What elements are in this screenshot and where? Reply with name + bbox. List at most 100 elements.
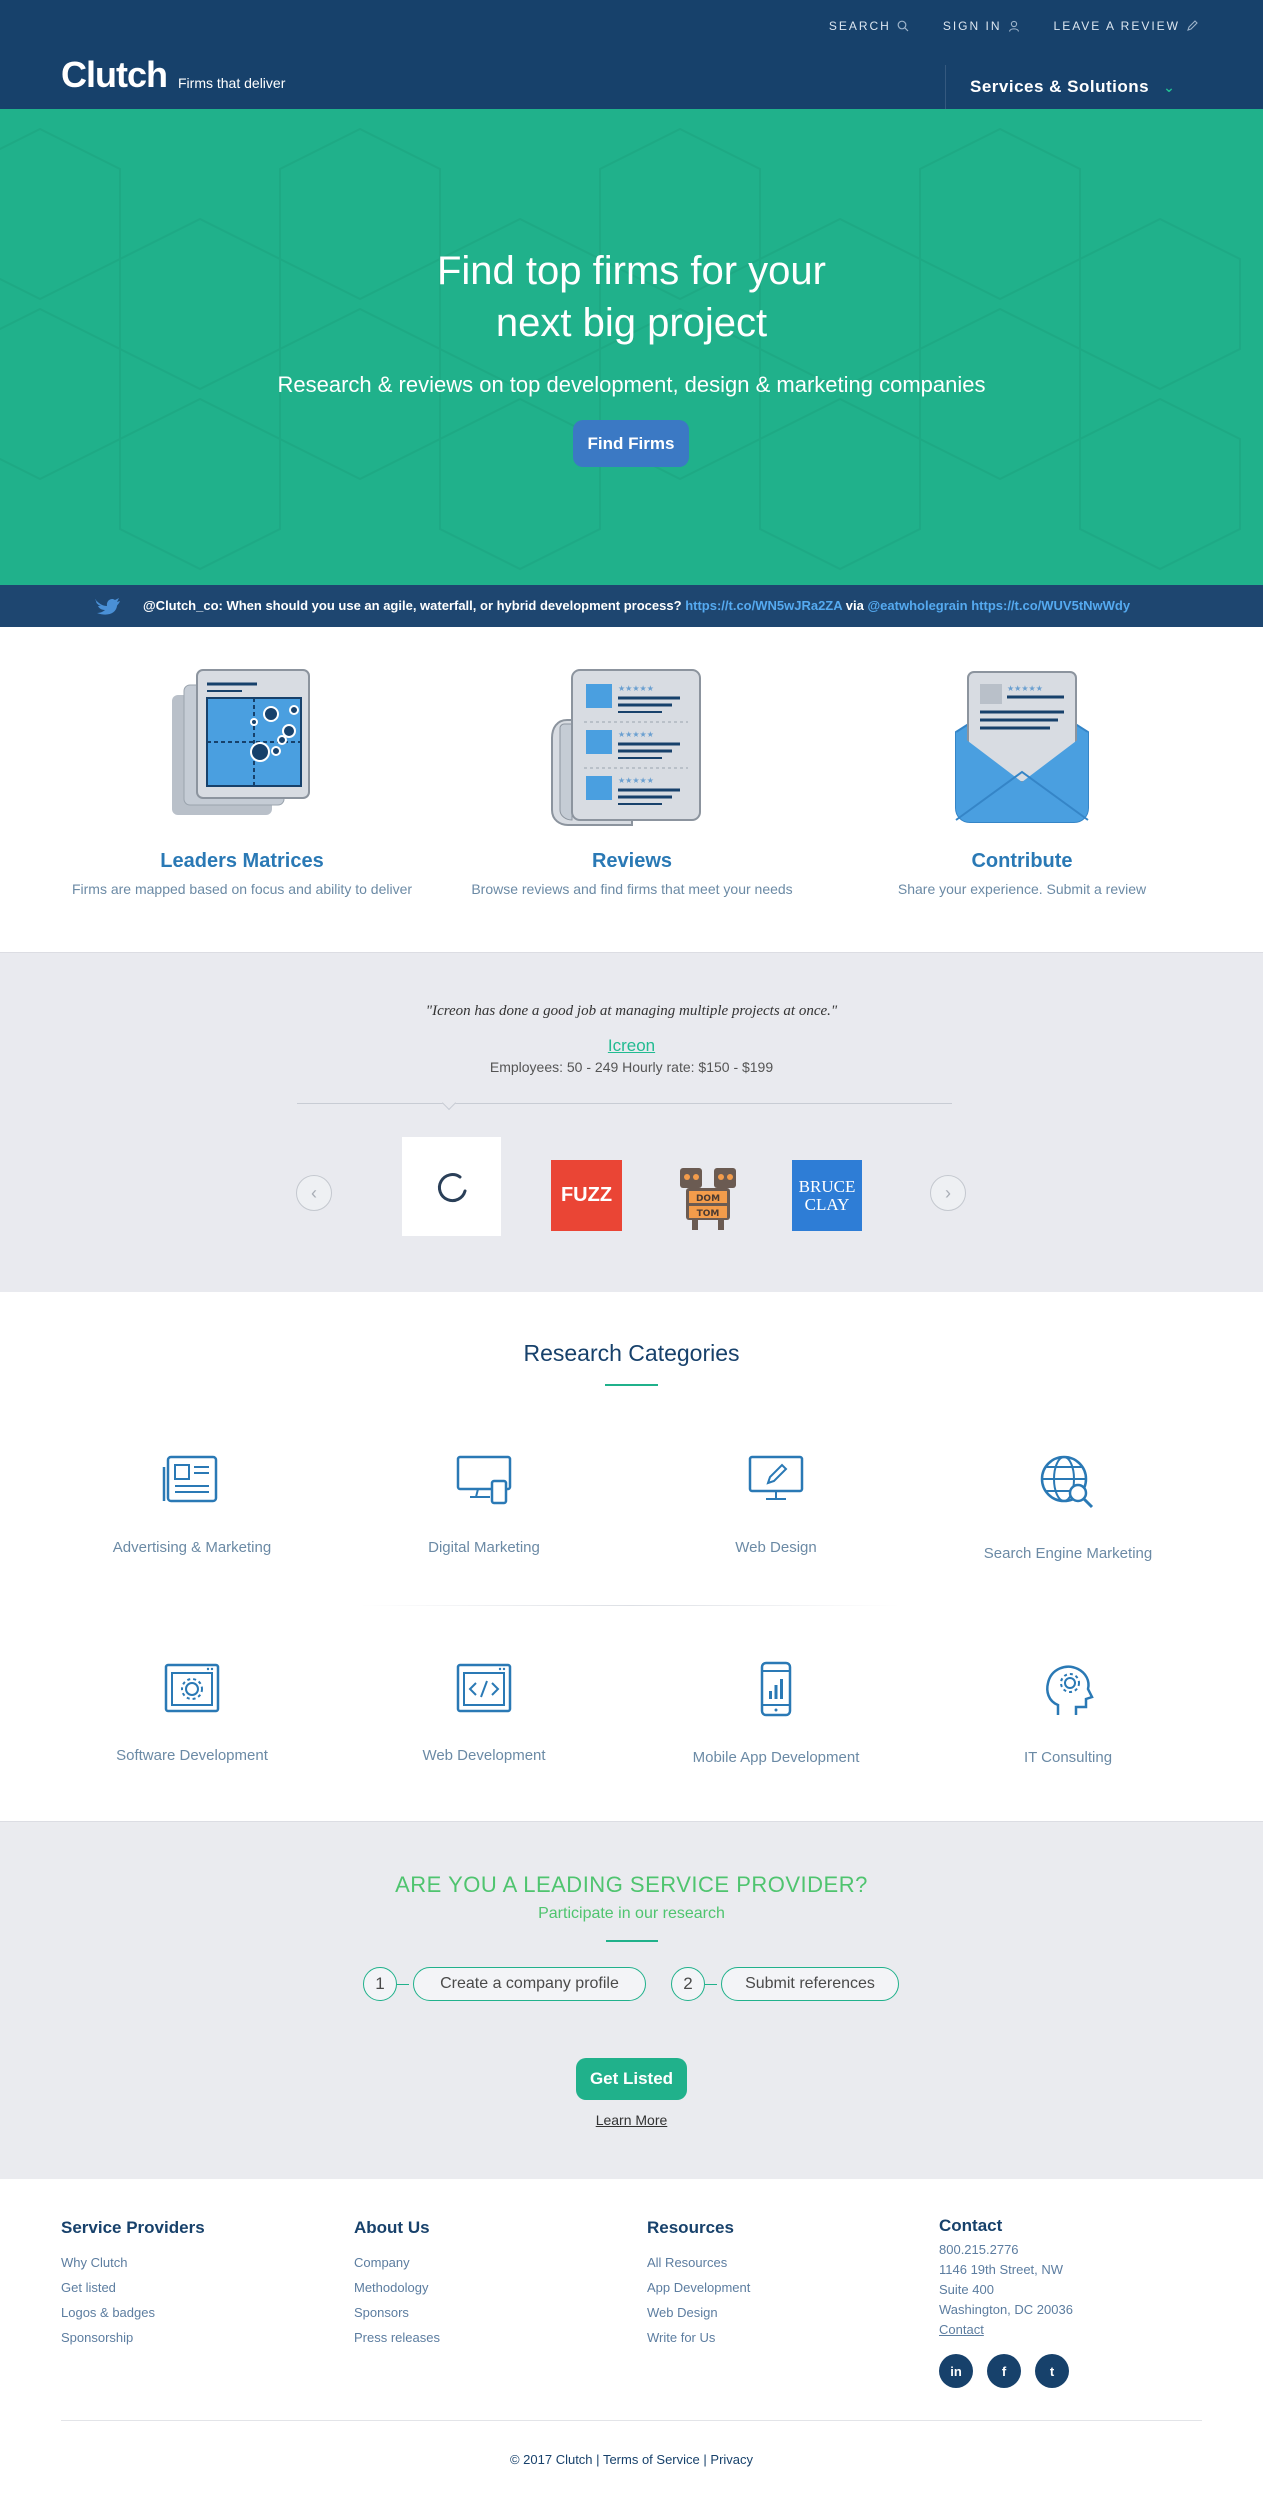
feature-title: Leaders Matrices bbox=[160, 850, 324, 872]
search-link[interactable]: SEARCH bbox=[829, 19, 909, 33]
hero-title-line1: Find top firms for your bbox=[436, 249, 826, 293]
tweet-message: @Clutch_co: When should you use an agile… bbox=[143, 598, 682, 613]
carousel-next-button[interactable]: › bbox=[930, 1175, 966, 1211]
categories-divider bbox=[360, 1605, 900, 1606]
bruce-clay-logo[interactable]: BRUCE CLAY bbox=[792, 1160, 862, 1231]
services-label: Services & Solutions bbox=[970, 77, 1150, 96]
footer-link-press-releases[interactable]: Press releases bbox=[354, 2325, 440, 2350]
category-mobile-app-development[interactable]: Mobile App Development bbox=[631, 1661, 921, 1766]
contact-link[interactable]: Contact bbox=[939, 2320, 1073, 2340]
footer-link-company[interactable]: Company bbox=[354, 2250, 440, 2275]
icreon-swirl-icon bbox=[437, 1172, 466, 1202]
feature-desc: Firms are mapped based on focus and abil… bbox=[71, 881, 413, 897]
feature-desc: Browse reviews and find firms that meet … bbox=[471, 881, 793, 897]
separator: | bbox=[596, 2452, 600, 2467]
dom-tom-logo[interactable]: DOM TOM bbox=[672, 1160, 744, 1232]
tagline: Firms that deliver bbox=[178, 75, 286, 91]
newspaper-icon bbox=[162, 1455, 218, 1503]
privacy-link[interactable]: Privacy bbox=[710, 2452, 753, 2467]
fuzz-logo[interactable]: FUZZ bbox=[551, 1160, 622, 1231]
svg-text:★★★★★: ★★★★★ bbox=[1007, 684, 1043, 693]
envelope-review-icon: ★★★★★ bbox=[955, 671, 1089, 823]
feature-leaders-matrices[interactable]: Leaders Matrices Firms are mapped based … bbox=[42, 660, 442, 897]
gear-window-icon bbox=[164, 1663, 220, 1713]
footer-link-sponsors[interactable]: Sponsors bbox=[354, 2300, 440, 2325]
bruce-clay-text-1: BRUCE bbox=[798, 1176, 856, 1196]
feature-title: Reviews bbox=[591, 850, 673, 872]
contact-address-3: Washington, DC 20036 bbox=[939, 2302, 1073, 2317]
tweet-link-2[interactable]: https://t.co/WUV5tNwWdy bbox=[971, 598, 1130, 613]
hero-title: Find top firms for your next big project bbox=[0, 245, 1263, 349]
twitter-icon[interactable]: t bbox=[1035, 2354, 1069, 2388]
footer-link-logos-badges[interactable]: Logos & badges bbox=[61, 2300, 205, 2325]
clutch-logo[interactable]: Clutch bbox=[61, 54, 168, 96]
facebook-icon[interactable]: f bbox=[987, 2354, 1021, 2388]
category-label: Web Development bbox=[422, 1747, 546, 1764]
hero-section: Find top firms for your next big project… bbox=[0, 109, 1263, 585]
tweet-via: via bbox=[845, 598, 864, 613]
footer-divider bbox=[61, 2420, 1202, 2421]
dom-tom-robots-icon: DOM TOM bbox=[680, 1168, 736, 1230]
footer-link-sponsorship[interactable]: Sponsorship bbox=[61, 2325, 205, 2350]
footer-service-providers: Service Providers Why Clutch Get listed … bbox=[61, 2218, 205, 2350]
matrix-chart-icon bbox=[172, 669, 310, 815]
bruce-clay-text-2: CLAY bbox=[804, 1194, 850, 1214]
contact-phone[interactable]: 800.215.2776 bbox=[939, 2240, 1073, 2260]
terms-link[interactable]: Terms of Service bbox=[603, 2452, 700, 2467]
pointer-notch bbox=[441, 1095, 457, 1111]
contact-address-2: Suite 400 bbox=[939, 2282, 994, 2297]
category-search-engine-marketing[interactable]: Search Engine Marketing bbox=[923, 1453, 1213, 1562]
feature-reviews[interactable]: ★★★★★ ★★★★★ ★★★★★ Reviews Browse reviews… bbox=[432, 660, 832, 897]
learn-more-link[interactable]: Learn More bbox=[0, 2112, 1263, 2128]
search-label: SEARCH bbox=[828, 19, 891, 33]
category-software-development[interactable]: Software Development bbox=[47, 1661, 337, 1764]
top-nav: SEARCH SIGN IN LEAVE A REVIEW bbox=[829, 19, 1198, 33]
footer-link-get-listed[interactable]: Get listed bbox=[61, 2275, 205, 2300]
category-web-design[interactable]: Web Design bbox=[631, 1453, 921, 1556]
icreon-logo[interactable] bbox=[402, 1137, 501, 1236]
category-label: Mobile App Development bbox=[692, 1749, 860, 1766]
category-web-development[interactable]: Web Development bbox=[339, 1661, 629, 1764]
provider-subheading: Participate in our research bbox=[538, 1905, 725, 1922]
footer-link-all-resources[interactable]: All Resources bbox=[647, 2250, 750, 2275]
review-carousel-section: "Icreon has done a good job at managing … bbox=[0, 952, 1263, 1292]
title-underline bbox=[605, 1384, 658, 1386]
leave-review-link[interactable]: LEAVE A REVIEW bbox=[1054, 19, 1198, 33]
user-icon bbox=[1008, 20, 1019, 32]
tweet-handle-link[interactable]: @eatwholegrain bbox=[868, 598, 968, 613]
create-profile-step[interactable]: Create a company profile bbox=[413, 1967, 646, 2001]
carousel-divider bbox=[297, 1103, 952, 1104]
search-icon bbox=[897, 20, 909, 32]
find-firms-button[interactable]: Find Firms bbox=[573, 420, 689, 467]
chevron-down-icon: ⌄ bbox=[1163, 78, 1176, 95]
category-it-consulting[interactable]: IT Consulting bbox=[923, 1661, 1213, 1766]
tweet-text: @Clutch_co: When should you use an agile… bbox=[143, 598, 1130, 613]
newspaper-reviews-icon: ★★★★★ ★★★★★ ★★★★★ bbox=[551, 669, 701, 826]
category-label: IT Consulting bbox=[1023, 1749, 1113, 1766]
tweet-link-1[interactable]: https://t.co/WN5wJRa2ZA bbox=[685, 598, 842, 613]
sign-in-link[interactable]: SIGN IN bbox=[943, 19, 1020, 33]
svg-text:★★★★★: ★★★★★ bbox=[618, 730, 654, 739]
submit-references-step[interactable]: Submit references bbox=[721, 1967, 899, 2001]
footer-link-web-design[interactable]: Web Design bbox=[647, 2300, 750, 2325]
category-advertising-marketing[interactable]: Advertising & Marketing bbox=[47, 1453, 337, 1556]
provider-heading: ARE YOU A LEADING SERVICE PROVIDER? bbox=[395, 1872, 868, 1897]
provider-underline bbox=[606, 1940, 658, 1942]
footer-link-methodology[interactable]: Methodology bbox=[354, 2275, 440, 2300]
category-digital-marketing[interactable]: Digital Marketing bbox=[339, 1453, 629, 1556]
feature-contribute[interactable]: ★★★★★ Contribute Share your experience. … bbox=[822, 660, 1222, 897]
carousel-prev-button[interactable]: ‹ bbox=[296, 1175, 332, 1211]
footer-link-write-for-us[interactable]: Write for Us bbox=[647, 2325, 750, 2350]
globe-search-icon bbox=[1040, 1455, 1094, 1509]
feature-title: Contribute bbox=[971, 850, 1073, 872]
get-listed-button[interactable]: Get Listed bbox=[576, 2058, 687, 2100]
footer-link-why-clutch[interactable]: Why Clutch bbox=[61, 2250, 205, 2275]
service-provider-section: ARE YOU A LEADING SERVICE PROVIDER? Part… bbox=[0, 1821, 1263, 2179]
footer-heading: Contact bbox=[939, 2216, 1003, 2235]
linkedin-icon[interactable]: in bbox=[939, 2354, 973, 2388]
footer-link-app-development[interactable]: App Development bbox=[647, 2275, 750, 2300]
services-menu[interactable]: Services & Solutions ⌄ bbox=[945, 65, 1175, 109]
mobile-icon bbox=[760, 1661, 792, 1717]
reviewed-company-link[interactable]: Icreon bbox=[0, 1036, 1263, 1056]
site-header: SEARCH SIGN IN LEAVE A REVIEW Clutch Fir… bbox=[0, 0, 1263, 109]
